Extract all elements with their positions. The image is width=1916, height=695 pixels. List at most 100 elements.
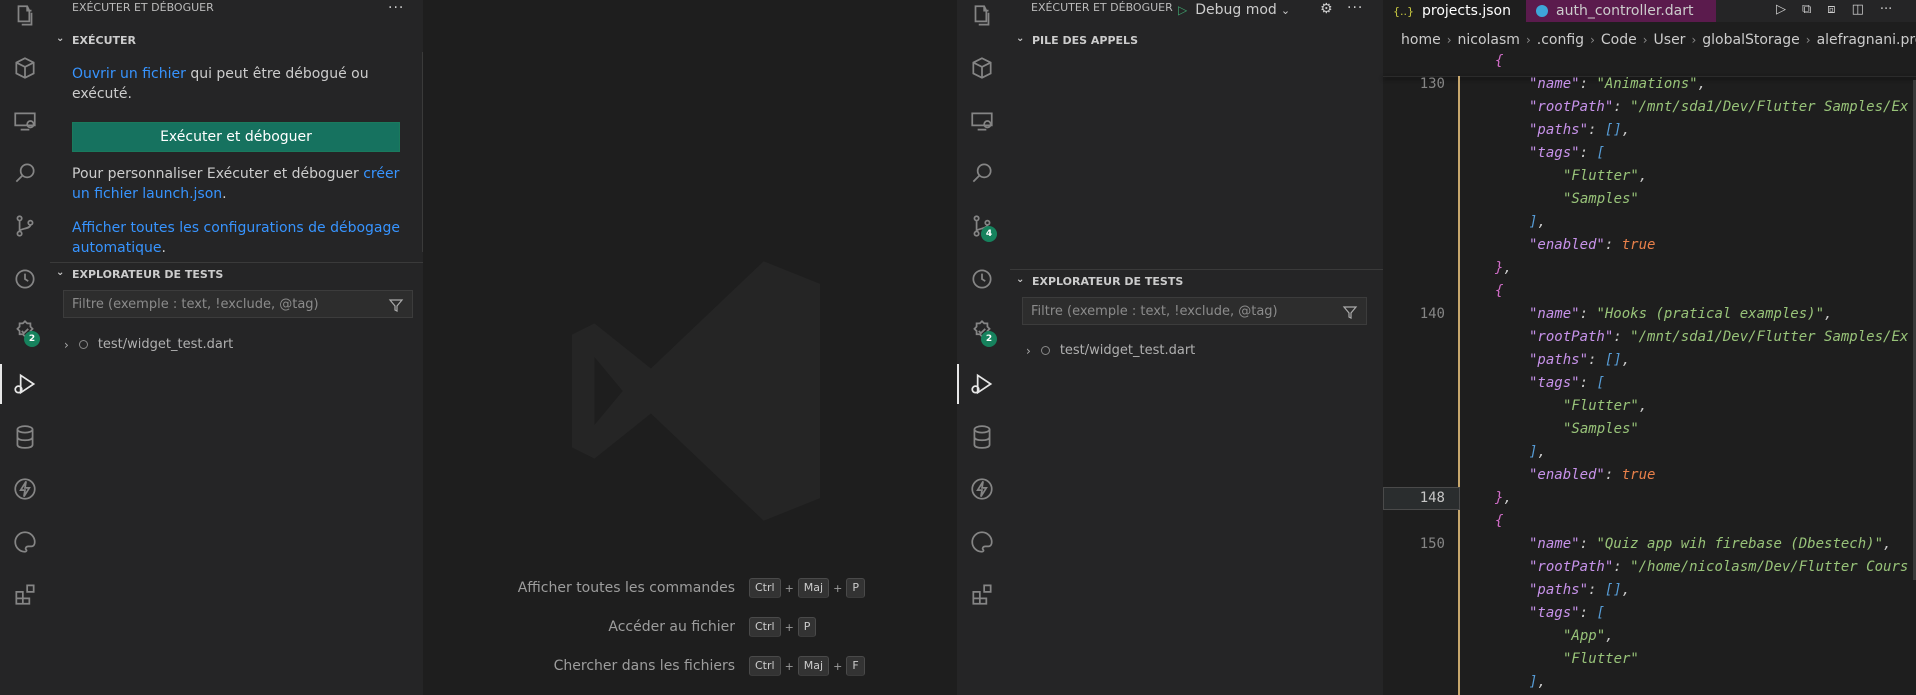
test-status-icon <box>78 340 88 349</box>
code-token: , <box>1537 674 1546 690</box>
database-icon[interactable] <box>0 411 50 463</box>
code-token: "enabled" <box>1529 237 1605 253</box>
code-token: : <box>1604 237 1622 253</box>
filter-icon[interactable] <box>1342 304 1358 320</box>
git-badge: 4 <box>981 226 997 242</box>
keycap: Maj <box>797 656 830 676</box>
gear-icon[interactable]: ⚙ <box>1320 1 1333 17</box>
test-filter-input[interactable]: Filtre (exemple : text, !exclude, @tag) <box>1022 297 1367 325</box>
left-activity-bar: 2 <box>0 0 50 695</box>
line-content: "Flutter", <box>1563 398 1647 414</box>
palette-icon[interactable] <box>0 516 50 568</box>
line-content: ], <box>1529 674 1546 690</box>
code-line: "rootPath": "/mnt/sda1/Dev/Flutter Sampl… <box>1383 326 1916 349</box>
editor-tabs: {..} auth_controller.dart projects.json … <box>1383 0 1916 22</box>
test-item[interactable]: › test/widget_test.dart <box>1026 343 1195 358</box>
tab-projects-json[interactable]: {..} auth_controller.dart projects.json <box>1383 0 1526 22</box>
lightning-icon[interactable] <box>0 463 50 515</box>
chevron-down-icon: ⌄ <box>1280 3 1291 17</box>
remote-explorer-icon[interactable] <box>957 95 1007 147</box>
code-line: { <box>1383 50 1916 73</box>
line-number: 148 <box>1419 490 1445 506</box>
breadcrumb-item[interactable]: User <box>1654 32 1686 48</box>
tab-auth-controller[interactable]: auth_controller.dart <box>1526 0 1716 22</box>
lightning-icon[interactable] <box>957 463 1007 515</box>
line-content: "enabled": true <box>1529 237 1655 253</box>
code-token: "App" <box>1563 628 1606 644</box>
shortcut-label: Afficher toutes les commandes <box>517 580 735 596</box>
run-debug-icon[interactable] <box>0 358 50 410</box>
database-icon[interactable] <box>957 411 1007 463</box>
extensions-box-icon[interactable] <box>957 42 1007 94</box>
run-debug-icon[interactable] <box>957 358 1007 410</box>
code-token: "Animations" <box>1596 76 1698 92</box>
start-debug-icon[interactable]: ▷ <box>1178 3 1187 17</box>
split-editor-icon[interactable]: ◫ <box>1852 2 1864 17</box>
test-item[interactable]: › test/widget_test.dart <box>64 337 233 352</box>
palette-icon[interactable] <box>957 516 1007 568</box>
breadcrumb-item[interactable]: home <box>1401 32 1441 48</box>
code-token: "Flutter" <box>1563 651 1639 667</box>
more-actions-icon[interactable]: ··· <box>388 0 404 16</box>
filter-icon[interactable] <box>388 297 404 313</box>
plus-separator: + <box>833 659 843 673</box>
test-item-label: test/widget_test.dart <box>97 337 234 352</box>
compare-icon[interactable]: ⧉ <box>1802 2 1811 17</box>
keycap: Ctrl <box>749 617 781 637</box>
explorer-icon[interactable] <box>957 0 1007 42</box>
explorer-icon[interactable] <box>0 0 50 42</box>
shortcut-row[interactable]: Afficher toutes les commandes Ctrl + Maj + P <box>423 578 957 598</box>
shortcut-row[interactable]: Accéder au fichier Ctrl + P <box>423 617 957 637</box>
filter-placeholder: Filtre (exemple : text, !exclude, @tag) <box>72 296 319 312</box>
timeline-icon[interactable] <box>957 253 1007 305</box>
right-activity-bar: 4 2 <box>957 0 1010 695</box>
test-filter-input[interactable]: Filtre (exemple : text, !exclude, @tag) <box>63 290 413 318</box>
line-content: "rootPath": "/mnt/sda1/Dev/Flutter Sampl… <box>1529 99 1908 115</box>
show-all-configs-link[interactable]: Afficher toutes les configurations de dé… <box>72 220 400 256</box>
code-editor: {..} auth_controller.dart projects.json … <box>1383 0 1916 695</box>
code-token: "paths" <box>1529 352 1589 368</box>
tests-section-header[interactable]: ⌄ EXPLORATEUR DE TESTS <box>1010 270 1383 292</box>
code-token: : <box>1613 329 1631 345</box>
extensions-icon[interactable] <box>0 568 50 620</box>
breadcrumb-item[interactable]: Code <box>1601 32 1637 48</box>
source-control-icon[interactable] <box>0 200 50 252</box>
extensions-icon[interactable] <box>957 568 1007 620</box>
code-line: 140 "name": "Hooks (pratical examples)", <box>1383 303 1916 326</box>
line-content: "tags": [ <box>1529 145 1605 161</box>
shortcut-row[interactable]: Chercher dans les fichiers Ctrl + Maj + F <box>423 656 957 676</box>
remote-explorer-icon[interactable] <box>0 95 50 147</box>
run-icon[interactable]: ▷ <box>1776 2 1786 17</box>
code-line: "Samples" <box>1383 188 1916 211</box>
breadcrumb-item[interactable]: globalStorage <box>1702 32 1799 48</box>
breadcrumb-item[interactable]: .config <box>1537 32 1584 48</box>
open-file-link[interactable]: Ouvrir un fichier <box>72 66 186 82</box>
code-token: "rootPath" <box>1529 329 1614 345</box>
testing-icon[interactable]: 2 <box>0 305 50 357</box>
search-icon[interactable] <box>0 147 50 199</box>
search-icon[interactable] <box>957 147 1007 199</box>
tab-label: auth_controller.dart <box>1556 3 1694 19</box>
code-token: { <box>1495 283 1504 299</box>
line-content: ], <box>1529 214 1546 230</box>
more-actions-icon[interactable]: ··· <box>1347 0 1363 16</box>
code-line: "tags": [ <box>1383 142 1916 165</box>
debug-config-select[interactable]: ▷ Debug mod ⌄ <box>1178 0 1290 20</box>
code-line: "Flutter", <box>1383 165 1916 188</box>
breadcrumb-item[interactable]: alefragnani.project <box>1817 32 1916 48</box>
code-token: , <box>1537 214 1546 230</box>
callstack-section-header[interactable]: ⌄ PILE DES APPELS <box>1010 29 1383 51</box>
code-area[interactable]: {130 "name": "Animations", "rootPath": "/m… <box>1383 50 1916 695</box>
source-control-icon[interactable]: 4 <box>957 200 1007 252</box>
timeline-icon[interactable] <box>0 253 50 305</box>
open-changes-icon[interactable]: ⧈ <box>1827 2 1835 17</box>
tests-section-header[interactable]: ⌄ EXPLORATEUR DE TESTS <box>50 263 423 285</box>
extensions-box-icon[interactable] <box>0 42 50 94</box>
testing-icon[interactable]: 2 <box>957 305 1007 357</box>
run-section-header[interactable]: ⌄ EXÉCUTER <box>50 29 423 51</box>
breadcrumb-item[interactable]: nicolasm <box>1458 32 1520 48</box>
debug-config-label: Debug mod <box>1195 2 1277 18</box>
run-debug-button[interactable]: Exécuter et déboguer <box>72 122 400 152</box>
more-actions-icon[interactable]: ··· <box>1880 2 1892 17</box>
panel-title: EXÉCUTER ET DÉBOGUER <box>1031 1 1173 14</box>
